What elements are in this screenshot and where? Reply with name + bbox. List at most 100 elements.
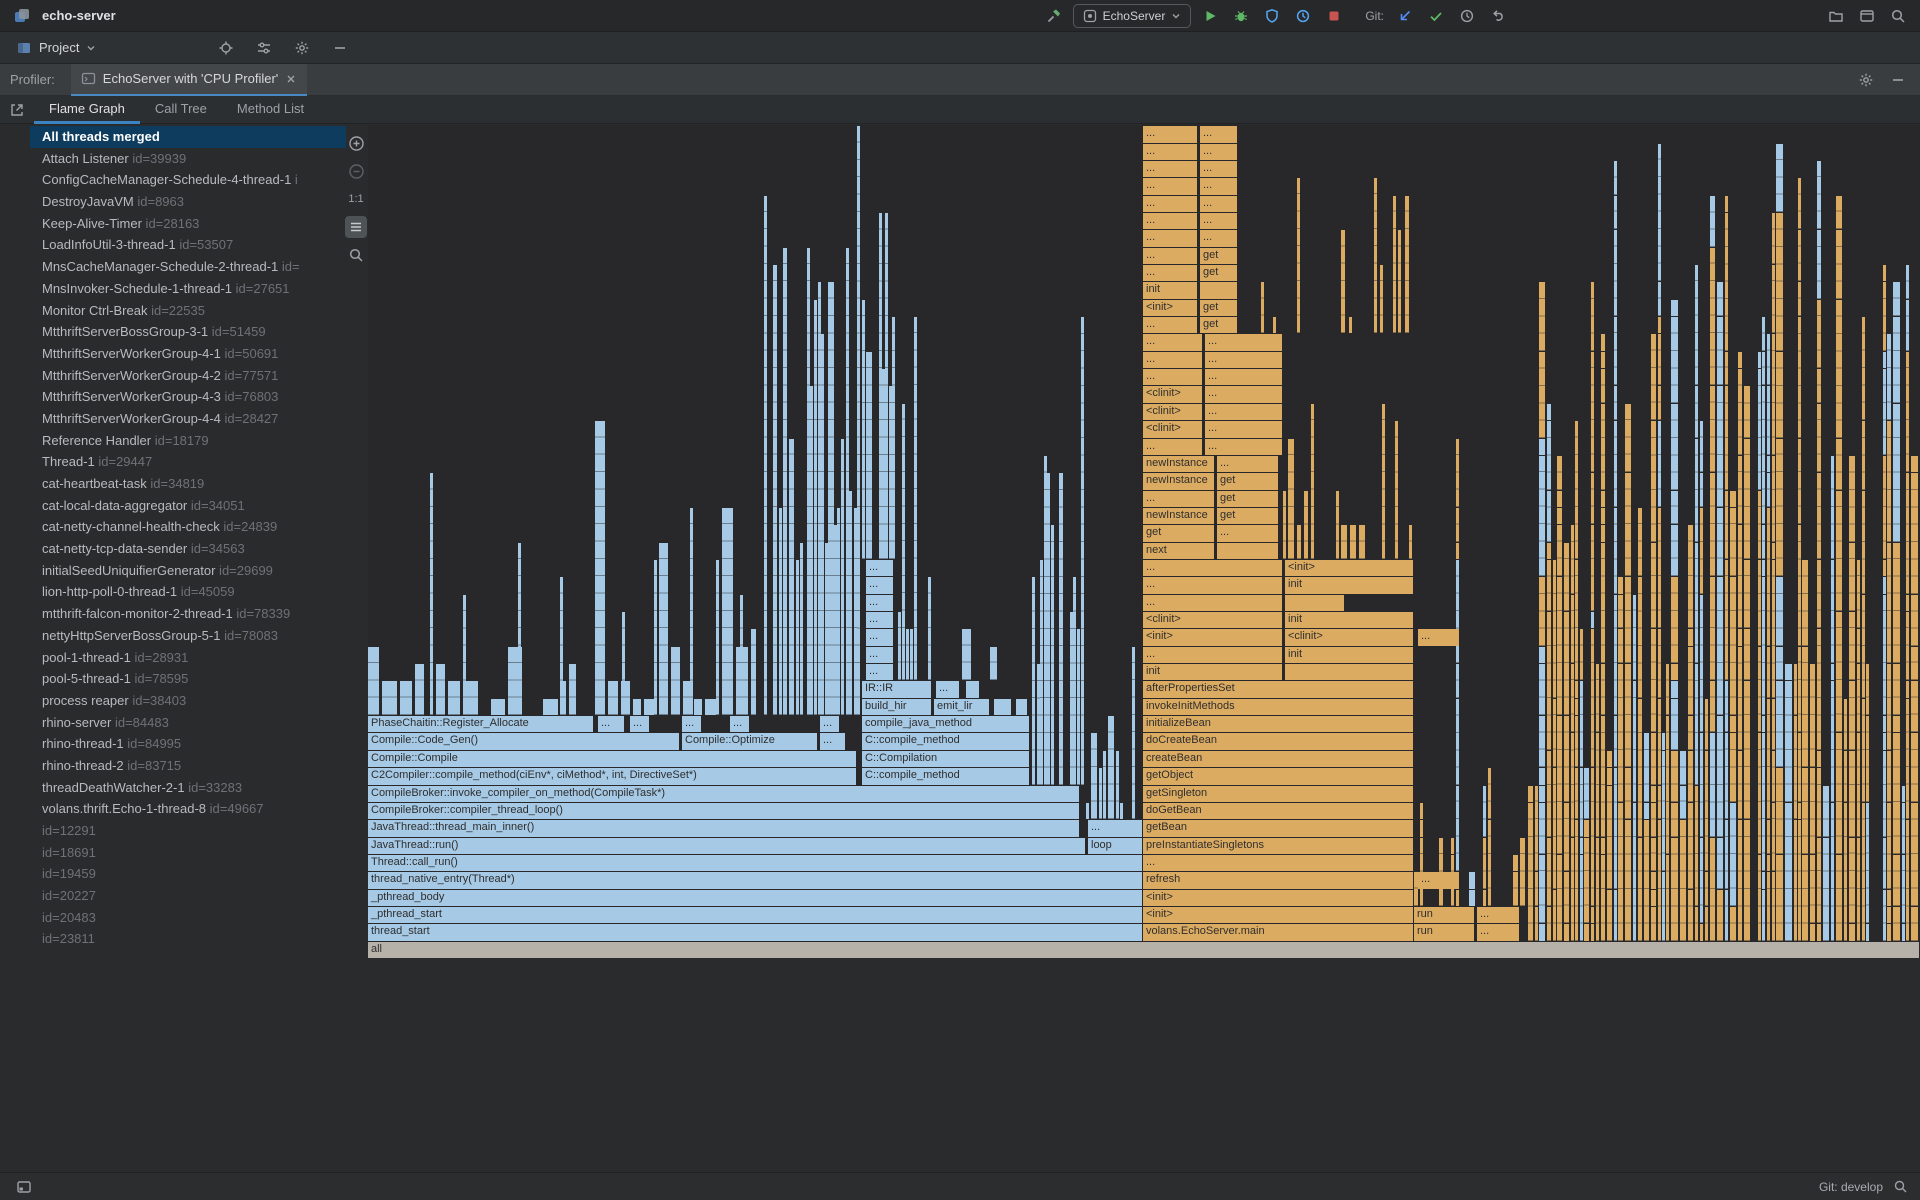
- flame-frame[interactable]: [1644, 803, 1649, 819]
- flame-frame[interactable]: [1831, 664, 1834, 680]
- flame-frame[interactable]: [1132, 647, 1135, 820]
- flame-frame[interactable]: ...: [1200, 144, 1237, 160]
- flame-frame[interactable]: [1451, 838, 1454, 854]
- flame-frame[interactable]: ...: [1205, 386, 1282, 402]
- flame-frame[interactable]: [1695, 439, 1698, 542]
- flame-frame[interactable]: [1456, 699, 1459, 785]
- flame-frame[interactable]: [491, 699, 505, 715]
- flame-frame[interactable]: [1887, 924, 1891, 940]
- flame-frame[interactable]: [1710, 386, 1715, 472]
- flame-frame[interactable]: [1798, 525, 1801, 645]
- flame-frame[interactable]: [1456, 786, 1459, 872]
- flame-frame[interactable]: [1601, 404, 1605, 490]
- flame-frame[interactable]: [1073, 577, 1076, 784]
- flame-frame[interactable]: [1680, 786, 1686, 820]
- flame-frame[interactable]: [1651, 733, 1656, 784]
- flame-frame[interactable]: [1261, 282, 1264, 333]
- flame-frame[interactable]: [1638, 838, 1642, 941]
- flame-frame[interactable]: [1762, 386, 1765, 524]
- flame-frame[interactable]: ...: [1200, 161, 1237, 177]
- flame-frame[interactable]: [1633, 595, 1636, 681]
- flame-frame[interactable]: <init>: [1285, 560, 1413, 576]
- flame-frame[interactable]: [1614, 595, 1617, 715]
- flame-frame[interactable]: [1695, 786, 1698, 906]
- flame-frame[interactable]: [1614, 890, 1617, 941]
- flame-frame[interactable]: [1420, 820, 1423, 836]
- flame-frame[interactable]: [1798, 733, 1801, 801]
- flame-frame[interactable]: [1906, 820, 1909, 940]
- flame-frame[interactable]: [1772, 543, 1775, 559]
- flame-frame[interactable]: [1887, 803, 1891, 889]
- flame-frame[interactable]: compile_java_method: [862, 716, 1029, 732]
- flame-frame[interactable]: [789, 439, 794, 716]
- flame-frame[interactable]: [1032, 577, 1035, 784]
- flame-frame[interactable]: [1823, 786, 1829, 837]
- flame-frame[interactable]: ...: [866, 595, 893, 611]
- flame-frame[interactable]: [1564, 543, 1569, 611]
- flame-frame[interactable]: [595, 421, 605, 715]
- flame-frame[interactable]: ...: [598, 716, 624, 732]
- thread-list-item[interactable]: DestroyJavaVM id=8963: [30, 191, 346, 213]
- flame-frame[interactable]: [1099, 768, 1102, 819]
- flame-frame[interactable]: ...: [1477, 907, 1519, 923]
- flame-frame[interactable]: [1893, 664, 1900, 715]
- flame-frame[interactable]: [1785, 664, 1792, 680]
- flame-frame[interactable]: get: [1143, 525, 1214, 541]
- flame-frame[interactable]: [1671, 664, 1678, 680]
- flame-frame[interactable]: [764, 196, 767, 716]
- flame-frame[interactable]: [448, 681, 460, 715]
- flame-frame[interactable]: [1040, 560, 1043, 785]
- flame-frame[interactable]: [690, 508, 693, 715]
- flame-frame[interactable]: [1591, 612, 1594, 628]
- flame-frame[interactable]: ...: [866, 629, 893, 645]
- flame-frame[interactable]: [1488, 768, 1491, 819]
- flame-frame[interactable]: [1862, 699, 1865, 802]
- flame-frame[interactable]: [1893, 733, 1900, 853]
- flame-frame[interactable]: [1285, 595, 1344, 611]
- flame-frame[interactable]: [1738, 525, 1742, 628]
- flame-frame[interactable]: [415, 664, 424, 715]
- flame-frame[interactable]: [1767, 699, 1770, 819]
- flame-frame[interactable]: ...: [1143, 178, 1197, 194]
- flame-frame[interactable]: [1893, 907, 1900, 941]
- flame-frame[interactable]: [1575, 820, 1578, 940]
- flame-frame[interactable]: [1817, 230, 1821, 298]
- flame-frame[interactable]: refresh: [1143, 872, 1413, 888]
- flame-frame[interactable]: [1380, 265, 1383, 333]
- flame-frame[interactable]: [1553, 560, 1556, 698]
- flame-frame[interactable]: [1528, 786, 1533, 802]
- flame-frame[interactable]: getBean: [1143, 820, 1413, 836]
- flame-frame[interactable]: [1557, 456, 1562, 490]
- flame-frame[interactable]: [1836, 491, 1842, 611]
- flame-frame[interactable]: [1564, 803, 1569, 871]
- flame-frame[interactable]: [1700, 733, 1703, 836]
- flame-frame[interactable]: [1695, 664, 1698, 784]
- flame-frame[interactable]: [1695, 543, 1698, 663]
- flame-frame[interactable]: [1382, 404, 1385, 559]
- flame-frame[interactable]: [1857, 733, 1860, 836]
- flame-frame[interactable]: [1849, 681, 1855, 749]
- flame-frame[interactable]: [1547, 838, 1551, 906]
- settings-gear-icon[interactable]: [1854, 68, 1878, 92]
- flame-frame[interactable]: [1666, 664, 1669, 715]
- flame-frame[interactable]: ...: [1205, 334, 1282, 350]
- flame-frame[interactable]: [1810, 768, 1815, 854]
- flame-frame[interactable]: ...: [1143, 334, 1202, 350]
- flame-frame[interactable]: createBean: [1143, 751, 1413, 767]
- flame-frame[interactable]: ...: [1200, 213, 1237, 229]
- thread-list-item[interactable]: nettyHttpServerBossGroup-5-1 id=78083: [30, 625, 346, 647]
- flame-frame[interactable]: ...: [1205, 404, 1282, 420]
- flame-frame[interactable]: [814, 300, 817, 715]
- thread-list-item[interactable]: volans.thrift.Echo-1-thread-8 id=49667: [30, 798, 346, 820]
- flame-frame[interactable]: [1671, 300, 1678, 316]
- flame-frame[interactable]: get: [1200, 300, 1237, 316]
- flame-frame[interactable]: [1456, 439, 1459, 507]
- flame-frame[interactable]: [1297, 525, 1301, 559]
- flame-frame[interactable]: ...: [1143, 595, 1282, 611]
- flame-frame[interactable]: [1374, 178, 1377, 333]
- flame-frame[interactable]: [1817, 560, 1821, 628]
- flame-frame[interactable]: [1857, 560, 1860, 628]
- flame-frame[interactable]: preInstantiateSingletons: [1143, 838, 1413, 854]
- flame-frame[interactable]: [1911, 907, 1918, 941]
- flame-frame[interactable]: [1730, 907, 1736, 941]
